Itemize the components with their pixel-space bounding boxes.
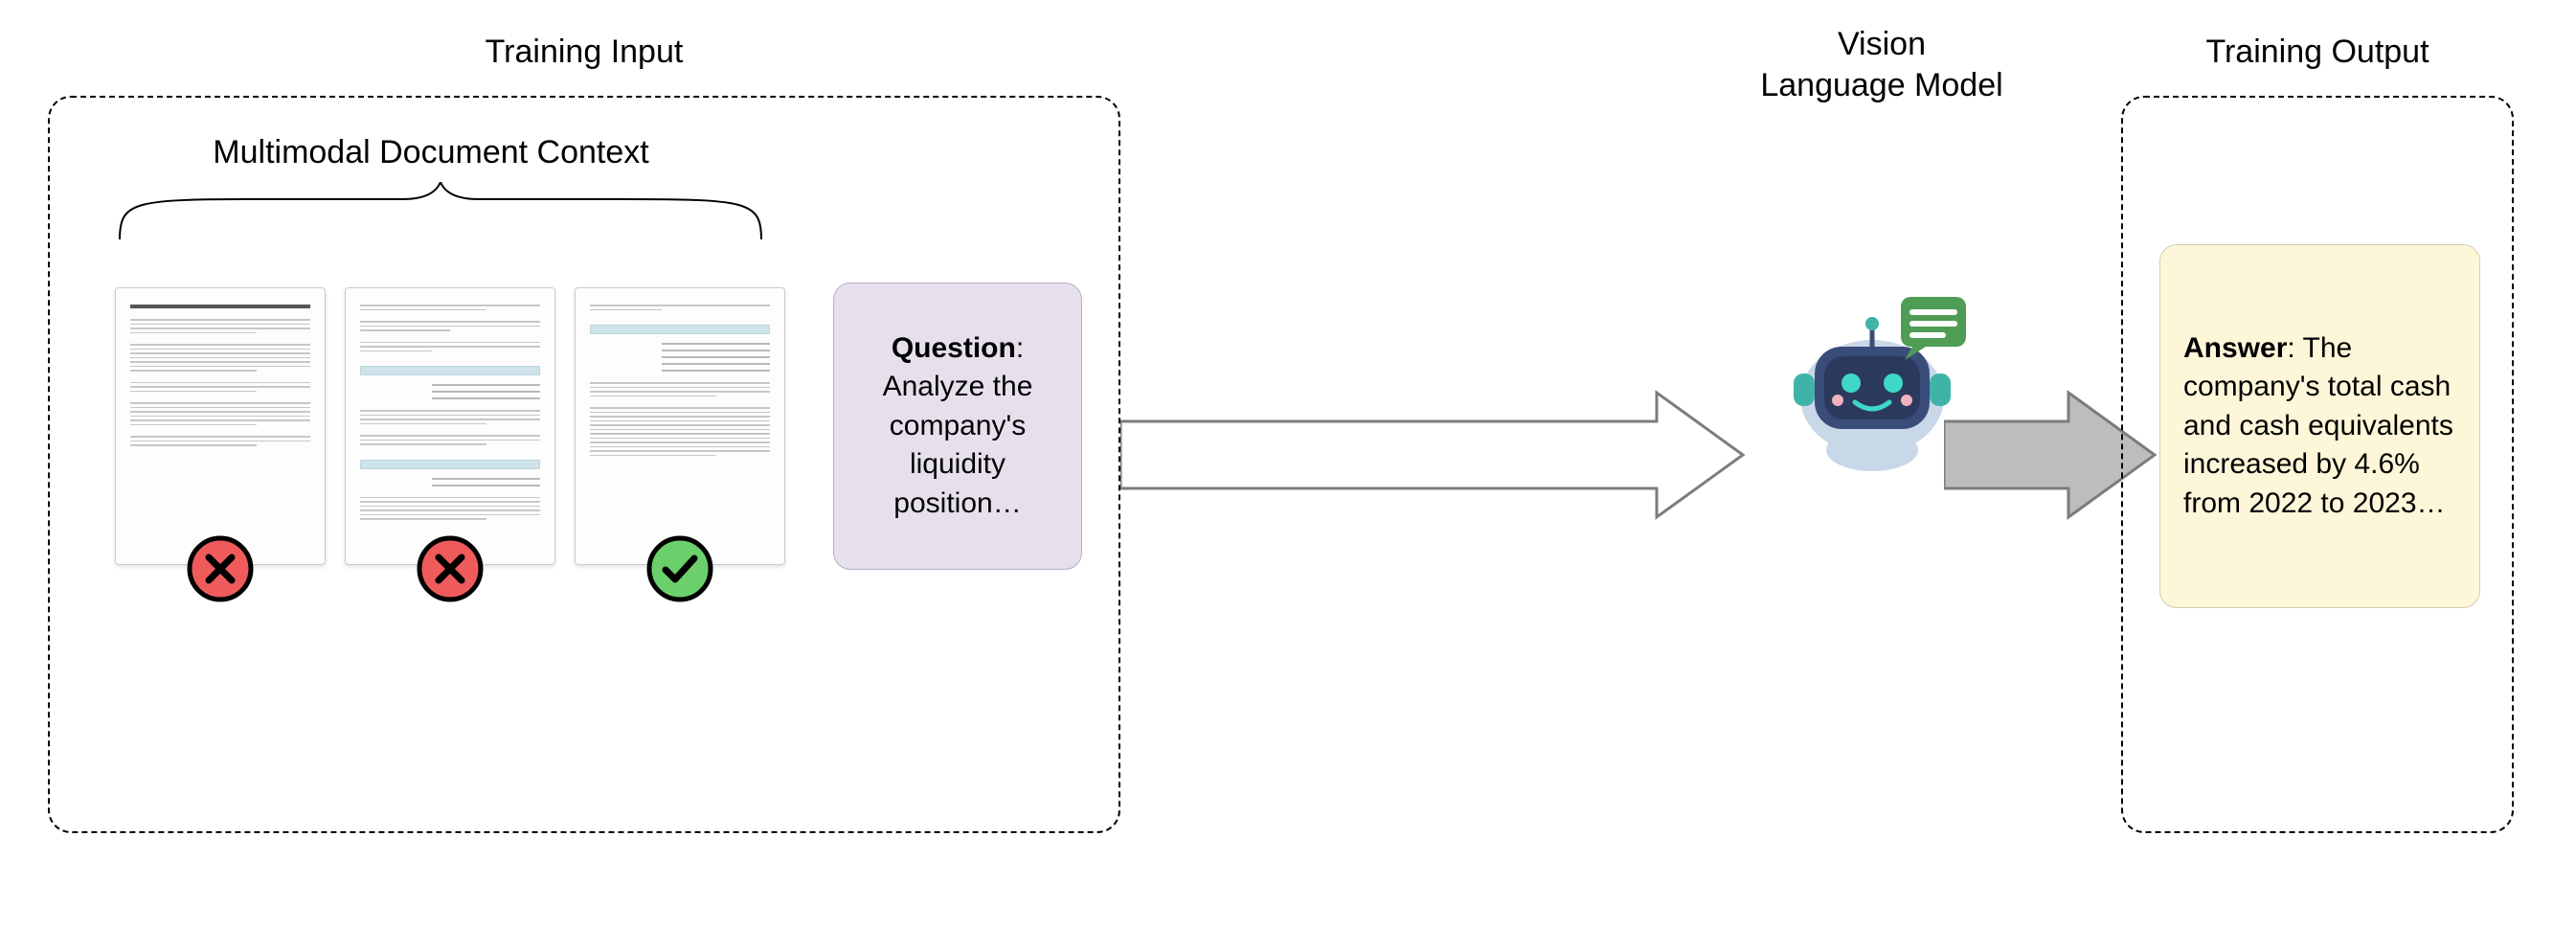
label-training-output: Training Output	[2205, 34, 2429, 71]
accept-icon	[645, 534, 714, 603]
question-text: Question: Analyze the company's liquidit…	[855, 329, 1060, 524]
reject-icon-1	[186, 534, 255, 603]
label-training-input: Training Input	[486, 34, 684, 71]
question-label: Question	[892, 332, 1016, 364]
document-page-1	[115, 287, 326, 565]
robot-icon	[1776, 278, 1977, 479]
document-page-2	[345, 287, 555, 565]
answer-label: Answer	[2183, 332, 2287, 364]
question-box: Question: Analyze the company's liquidit…	[833, 283, 1082, 570]
answer-box: Answer: The company's total cash and cas…	[2159, 244, 2480, 608]
arrow-input-to-model	[1120, 383, 1752, 527]
reject-icon-2	[416, 534, 485, 603]
label-multimodal-context: Multimodal Document Context	[213, 134, 648, 171]
label-vision-language-model: VisionLanguage Model	[1760, 24, 2002, 105]
answer-text: Answer: The company's total cash and cas…	[2183, 329, 2456, 524]
document-page-3	[575, 287, 785, 565]
